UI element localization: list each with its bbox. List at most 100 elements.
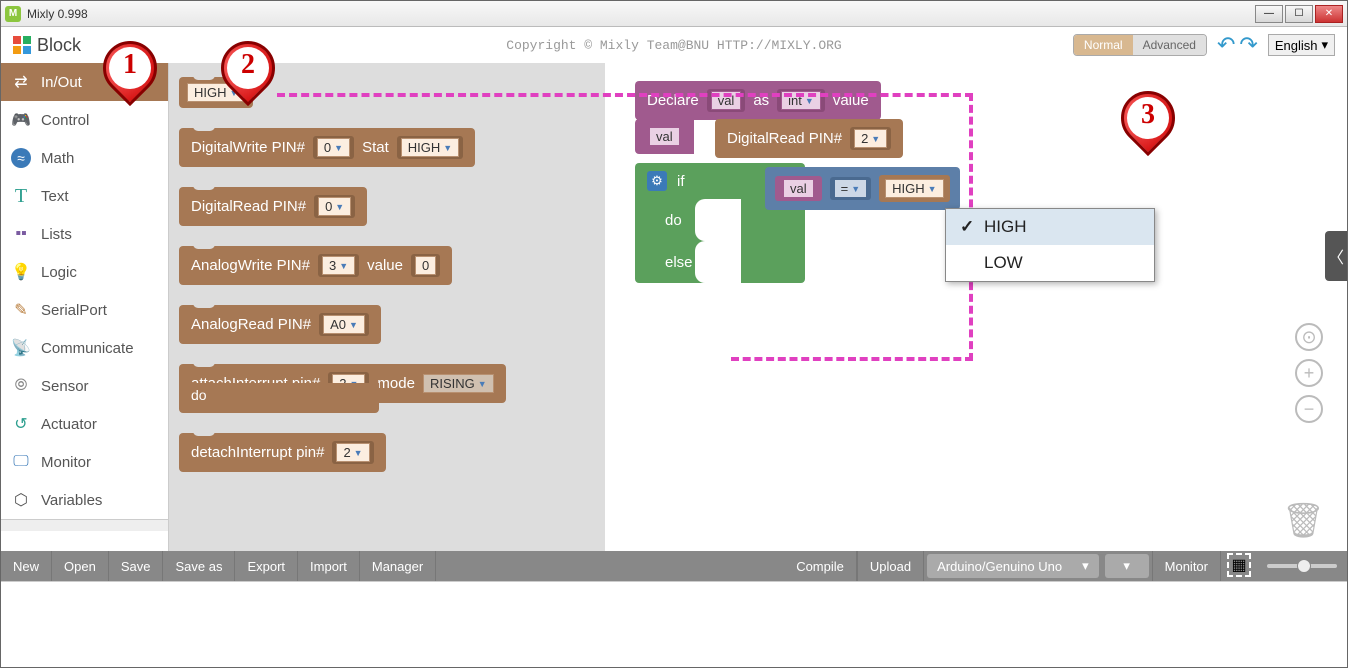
do-slot[interactable]: do	[179, 383, 379, 413]
gear-icon[interactable]: ⚙	[647, 171, 667, 191]
pin-dropdown[interactable]: A0▼	[323, 315, 365, 334]
text-icon: T	[11, 186, 31, 206]
collapse-panel-button[interactable]: 〈	[1325, 231, 1347, 281]
cat-label: Variables	[41, 492, 102, 509]
dropdown-item-high[interactable]: ✓HIGH	[946, 209, 1154, 245]
block-label: AnalogWrite PIN#	[191, 257, 310, 274]
cat-sensor[interactable]: ⦾Sensor	[1, 367, 168, 405]
cat-logic[interactable]: 💡Logic	[1, 253, 168, 291]
var-chip[interactable]: val	[783, 179, 814, 198]
manager-button[interactable]: Manager	[360, 551, 436, 581]
pin-dropdown[interactable]: 0▼	[317, 138, 350, 157]
chevron-down-icon: ▼	[339, 261, 348, 271]
puzzle-icon	[13, 36, 31, 54]
maximize-button[interactable]: ☐	[1285, 5, 1313, 23]
cat-actuator[interactable]: ↺Actuator	[1, 405, 168, 443]
block-label: DigitalRead PIN#	[727, 130, 842, 147]
block-label: AnalogRead PIN#	[191, 316, 311, 333]
check-icon: ✓	[960, 217, 974, 237]
cat-text[interactable]: T Text	[1, 177, 168, 215]
export-button[interactable]: Export	[235, 551, 298, 581]
block-var-assign[interactable]: val	[635, 119, 694, 154]
actuator-icon: ↺	[11, 414, 31, 434]
cat-label: SerialPort	[41, 302, 107, 319]
variable-icon: ⬡	[11, 490, 31, 510]
block-detachinterrupt[interactable]: detachInterrupt pin# 2▼	[179, 433, 386, 472]
highlow-dropdown[interactable]: HIGH▼	[885, 179, 943, 198]
minimize-button[interactable]: ―	[1255, 5, 1283, 23]
top-row: Block Copyright © Mixly Team@BNU HTTP://…	[1, 27, 1347, 63]
app-icon: M	[5, 6, 21, 22]
status-area	[1, 581, 1347, 667]
else-label: else	[665, 254, 693, 271]
mode-dropdown[interactable]: RISING▼	[423, 374, 494, 393]
block-digitalread-ws[interactable]: DigitalRead PIN# 2▼	[715, 119, 903, 158]
import-button[interactable]: Import	[298, 551, 360, 581]
pin-dropdown[interactable]: 2▼	[336, 443, 369, 462]
cat-lists[interactable]: ▪▪Lists	[1, 215, 168, 253]
var-field[interactable]: val	[711, 91, 742, 110]
blocks-tab[interactable]: Block	[13, 35, 81, 56]
chevron-down-icon: ▼	[928, 184, 937, 194]
port-select[interactable]: ▾	[1105, 554, 1149, 578]
marker-1: 1	[103, 41, 157, 111]
block-analogwrite[interactable]: AnalogWrite PIN# 3▼ value 0	[179, 246, 452, 285]
type-dropdown[interactable]: int▼	[781, 91, 821, 110]
undo-button[interactable]: ↶	[1217, 32, 1235, 58]
chevron-down-icon: ▾	[1082, 558, 1089, 574]
pin-dropdown[interactable]: 3▼	[322, 256, 355, 275]
monitor-button[interactable]: Monitor	[1152, 551, 1221, 581]
value-label: value	[833, 92, 869, 109]
cat-communicate[interactable]: 📡Communicate	[1, 329, 168, 367]
center-button[interactable]: ⊙	[1295, 323, 1323, 351]
block-label: DigitalRead PIN#	[191, 198, 306, 215]
dropdown-item-low[interactable]: LOW	[946, 245, 1154, 281]
saveas-button[interactable]: Save as	[163, 551, 235, 581]
pin-dropdown[interactable]: 2▼	[854, 129, 887, 148]
dish-icon: 📡	[11, 338, 31, 358]
chevron-down-icon: ▼	[443, 143, 452, 153]
zoom-in-button[interactable]: +	[1295, 359, 1323, 387]
declare-label: Declare	[647, 92, 699, 109]
cat-monitor[interactable]: 🖵Monitor	[1, 443, 168, 481]
upload-button[interactable]: Upload	[857, 551, 924, 581]
redo-button[interactable]: ↷	[1239, 32, 1257, 58]
block-digitalread[interactable]: DigitalRead PIN# 0▼	[179, 187, 367, 226]
trash-icon[interactable]: 🗑	[1282, 501, 1325, 541]
pin-dropdown[interactable]: 0▼	[318, 197, 351, 216]
workspace[interactable]: Declare val as int▼ value val DigitalRea…	[605, 63, 1347, 551]
sensor-icon: ⦾	[11, 376, 31, 396]
block-flyout: HIGH▼ DigitalWrite PIN# 0▼ Stat HIGH▼ Di…	[169, 63, 605, 551]
cat-serialport[interactable]: ✎ SerialPort	[1, 291, 168, 329]
board-select[interactable]: Arduino/Genuino Uno▾	[927, 554, 1099, 578]
op-dropdown[interactable]: =▼	[834, 179, 868, 198]
chevron-down-icon: ▼	[334, 143, 343, 153]
chevron-down-icon: ▼	[349, 320, 358, 330]
zoom-slider[interactable]	[1257, 551, 1347, 581]
block-digitalwrite[interactable]: DigitalWrite PIN# 0▼ Stat HIGH▼	[179, 128, 475, 167]
open-button[interactable]: Open	[52, 551, 109, 581]
cat-variables[interactable]: ⬡ Variables	[1, 481, 168, 519]
value-field[interactable]: 0	[415, 256, 436, 275]
new-button[interactable]: New	[1, 551, 52, 581]
zoom-out-button[interactable]: −	[1295, 395, 1323, 423]
var-field[interactable]: val	[649, 127, 680, 146]
language-select[interactable]: English ▾	[1268, 34, 1335, 56]
block-condition[interactable]: val =▼ HIGH▼	[765, 167, 960, 210]
compile-button[interactable]: Compile	[784, 551, 857, 581]
save-button[interactable]: Save	[109, 551, 164, 581]
block-analogread[interactable]: AnalogRead PIN# A0▼	[179, 305, 381, 344]
mode-advanced-button[interactable]: Advanced	[1133, 35, 1206, 55]
chip-icon[interactable]: ▦	[1227, 553, 1251, 577]
block-declare[interactable]: Declare val as int▼ value	[635, 81, 881, 120]
close-button[interactable]: ✕	[1315, 5, 1343, 23]
pencil-icon: ✎	[11, 300, 31, 320]
slider-thumb[interactable]	[1297, 559, 1311, 573]
chevron-down-icon: ▼	[805, 96, 814, 106]
chevron-down-icon: ▼	[871, 134, 880, 144]
sidebar-scrollbar[interactable]	[1, 519, 168, 531]
cat-math[interactable]: ≈Math	[1, 139, 168, 177]
stat-dropdown[interactable]: HIGH▼	[401, 138, 459, 157]
mode-normal-button[interactable]: Normal	[1074, 35, 1133, 55]
cat-label: Text	[41, 188, 69, 205]
